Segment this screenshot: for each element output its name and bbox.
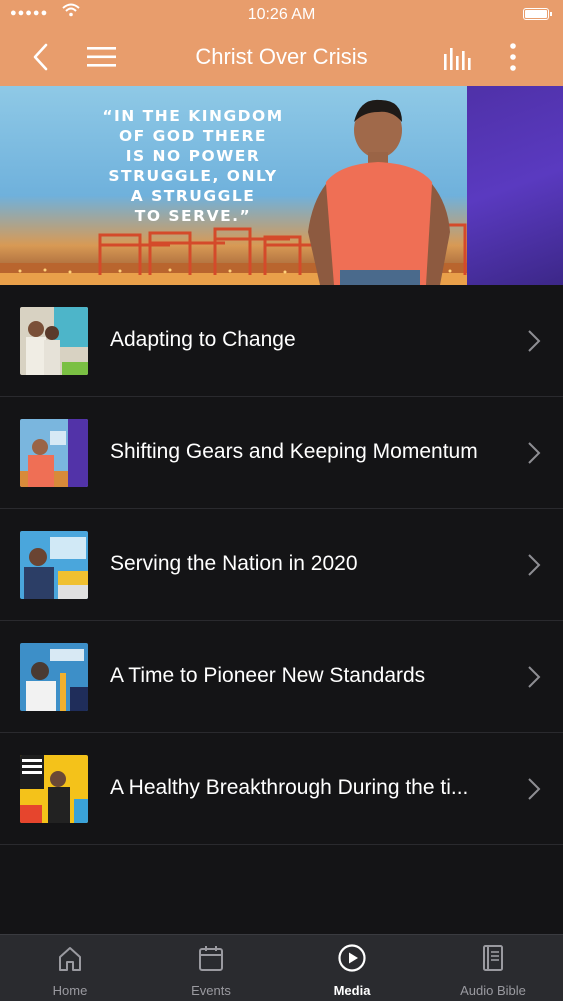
chevron-right-icon — [527, 665, 541, 694]
tab-audio-bible[interactable]: Audio Bible — [423, 935, 563, 1001]
media-item-title: A Healthy Breakthrough During the ti... — [110, 776, 469, 799]
chevron-right-icon — [527, 777, 541, 806]
nav-bar: Christ Over Crisis — [0, 30, 563, 86]
media-item-title: Adapting to Change — [110, 328, 296, 351]
status-bar: ●●●●● 10:26 AM — [0, 0, 563, 30]
calendar-icon — [196, 943, 226, 978]
list-item[interactable]: Serving the Nation in 2020 — [0, 509, 563, 621]
list-item[interactable]: Shifting Gears and Keeping Momentum — [0, 397, 563, 509]
sermon-thumbnail — [20, 531, 88, 599]
chevron-right-icon — [527, 553, 541, 582]
tab-home[interactable]: Home — [0, 935, 140, 1001]
tab-media[interactable]: Media — [282, 935, 422, 1001]
hero-banner[interactable]: “IN THE KINGDOM OF GOD THERE IS NO POWER… — [0, 86, 563, 285]
chevron-right-icon — [527, 441, 541, 470]
tab-events[interactable]: Events — [141, 935, 281, 1001]
hero-quote: “IN THE KINGDOM OF GOD THERE IS NO POWER… — [102, 107, 284, 225]
back-icon[interactable] — [28, 40, 54, 79]
media-list: Adapting to Change Shifting Gears and Ke… — [0, 285, 563, 845]
hamburger-menu-icon[interactable] — [84, 40, 118, 79]
more-options-icon[interactable] — [506, 40, 520, 79]
audio-levels-icon[interactable] — [440, 40, 476, 79]
play-circle-icon — [337, 943, 367, 978]
tab-label: Events — [191, 983, 231, 998]
speaker-photo — [308, 99, 450, 285]
list-item[interactable]: A Time to Pioneer New Standards — [0, 621, 563, 733]
sermon-thumbnail — [20, 643, 88, 711]
media-item-title: A Time to Pioneer New Standards — [110, 664, 426, 687]
tab-label: Home — [52, 983, 88, 998]
sermon-thumbnail — [20, 419, 88, 487]
page-title: Christ Over Crisis — [195, 44, 368, 69]
book-icon — [478, 943, 508, 978]
tab-label: Media — [333, 983, 371, 998]
tab-bar: Home Events Media Audio Bible — [0, 934, 563, 1001]
sermon-thumbnail — [20, 307, 88, 375]
status-time: 10:26 AM — [247, 6, 316, 23]
battery-icon — [523, 8, 552, 20]
list-item[interactable]: Adapting to Change — [0, 285, 563, 397]
tab-label: Audio Bible — [460, 983, 526, 998]
home-icon — [55, 943, 85, 978]
chevron-right-icon — [527, 329, 541, 358]
list-item[interactable]: A Healthy Breakthrough During the ti... — [0, 733, 563, 845]
media-item-title: Serving the Nation in 2020 — [110, 552, 358, 575]
sermon-thumbnail — [20, 755, 88, 823]
brand-panel — [467, 86, 563, 285]
media-item-title: Shifting Gears and Keeping Momentum — [110, 440, 478, 463]
